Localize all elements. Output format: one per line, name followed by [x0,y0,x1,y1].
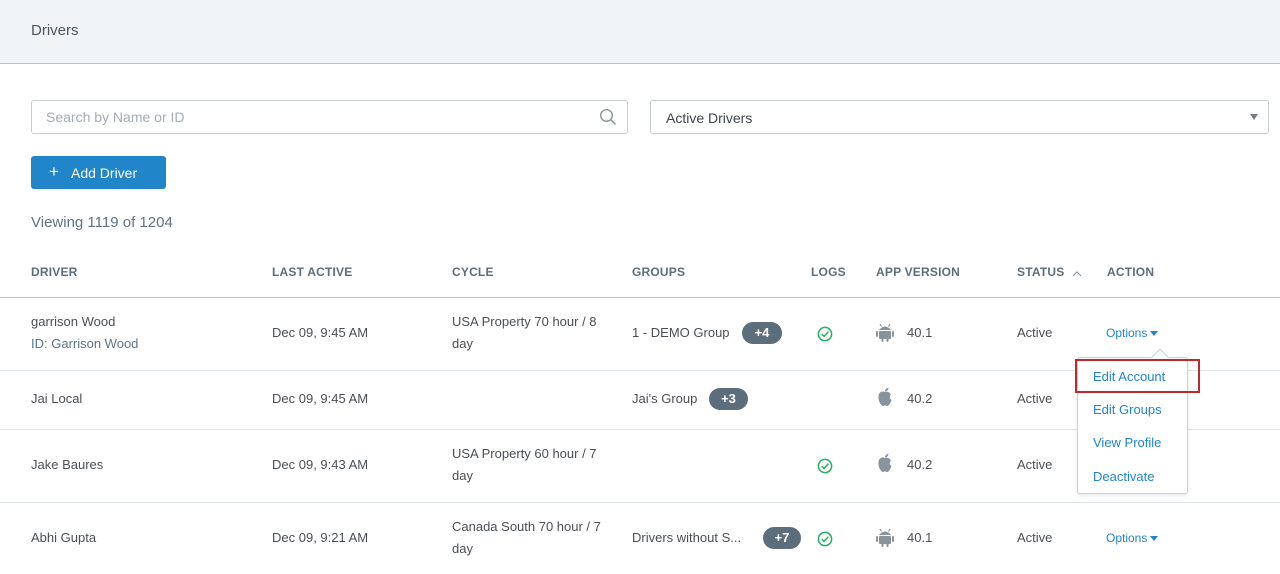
group-name: Jai's Group [632,391,698,406]
add-driver-button[interactable]: + Add Driver [31,156,166,189]
column-header-cycle[interactable]: CYCLE [452,265,494,279]
group-more-badge[interactable]: +7 [763,527,801,549]
page-header: Drivers [0,0,1280,64]
group-more-badge[interactable]: +4 [742,322,782,344]
apple-icon [878,453,892,472]
search-box[interactable] [31,100,628,134]
status: Active [1017,325,1053,340]
column-header-last-active[interactable]: LAST ACTIVE [272,265,352,279]
options-label: Options [1106,531,1148,545]
sort-ascending-icon[interactable] [1072,270,1082,277]
table-header-divider [0,297,1280,298]
cycle-line-1: USA Property 70 hour / 8 [452,314,597,329]
group-name: 1 - DEMO Group [632,325,730,340]
driver-name[interactable]: Jai Local [31,388,82,410]
plus-icon: + [49,162,59,181]
last-active: Dec 09, 9:43 AM [272,457,369,472]
column-header-app-version[interactable]: APP VERSION [876,265,960,279]
menu-item-view-profile[interactable]: View Profile [1093,435,1161,450]
cycle-line-1: USA Property 60 hour / 7 [452,446,597,461]
cycle-line-2: day [452,336,473,351]
cycle-line-2: day [452,468,473,483]
column-header-status[interactable]: STATUS [1017,265,1064,279]
last-active: Dec 09, 9:45 AM [272,325,369,340]
check-circle-icon [817,531,833,547]
add-driver-label: Add Driver [71,165,138,181]
column-header-logs[interactable]: LOGS [811,265,846,279]
driver-name[interactable]: garrison Wood [31,311,115,333]
highlight-box [1075,359,1200,393]
cycle-line-1: Canada South 70 hour / 7 [452,519,601,534]
viewing-count: Viewing 1119 of 1204 [31,214,173,231]
group-more-badge[interactable]: +3 [709,388,748,410]
cycle-line-2: day [452,541,473,556]
menu-item-deactivate[interactable]: Deactivate [1093,469,1154,484]
column-header-driver[interactable]: DRIVER [31,265,78,279]
driver-name[interactable]: Abhi Gupta [31,527,96,549]
driver-filter-select[interactable]: Active Drivers [650,100,1269,134]
status: Active [1017,457,1053,472]
app-version: 40.2 [907,457,933,472]
check-circle-icon [817,458,833,474]
chevron-down-icon [1250,114,1258,120]
driver-id: ID: Garrison Wood [31,336,139,351]
column-header-action: ACTION [1107,265,1155,279]
options-button[interactable]: Options [1106,326,1159,340]
group-name: Drivers without S... [632,530,742,545]
apple-icon [878,387,892,406]
driver-filter-value: Active Drivers [666,110,753,126]
caret-down-icon [1150,536,1159,542]
status: Active [1017,530,1053,545]
driver-name[interactable]: Jake Baures [31,454,103,476]
search-input[interactable] [46,107,586,127]
last-active: Dec 09, 9:45 AM [272,391,369,406]
app-version: 40.1 [907,530,933,545]
search-icon[interactable] [599,108,617,126]
row-divider [0,502,1280,503]
status: Active [1017,391,1053,406]
android-icon [876,323,894,342]
menu-item-edit-groups[interactable]: Edit Groups [1093,402,1162,417]
column-header-groups[interactable]: GROUPS [632,265,685,279]
caret-down-icon [1150,331,1159,337]
last-active: Dec 09, 9:21 AM [272,530,369,545]
page-title: Drivers [31,22,79,39]
app-version: 40.2 [907,391,933,406]
check-circle-icon [817,326,833,342]
options-button[interactable]: Options [1106,531,1159,545]
app-version: 40.1 [907,325,933,340]
options-label: Options [1106,326,1148,340]
android-icon [876,528,894,547]
